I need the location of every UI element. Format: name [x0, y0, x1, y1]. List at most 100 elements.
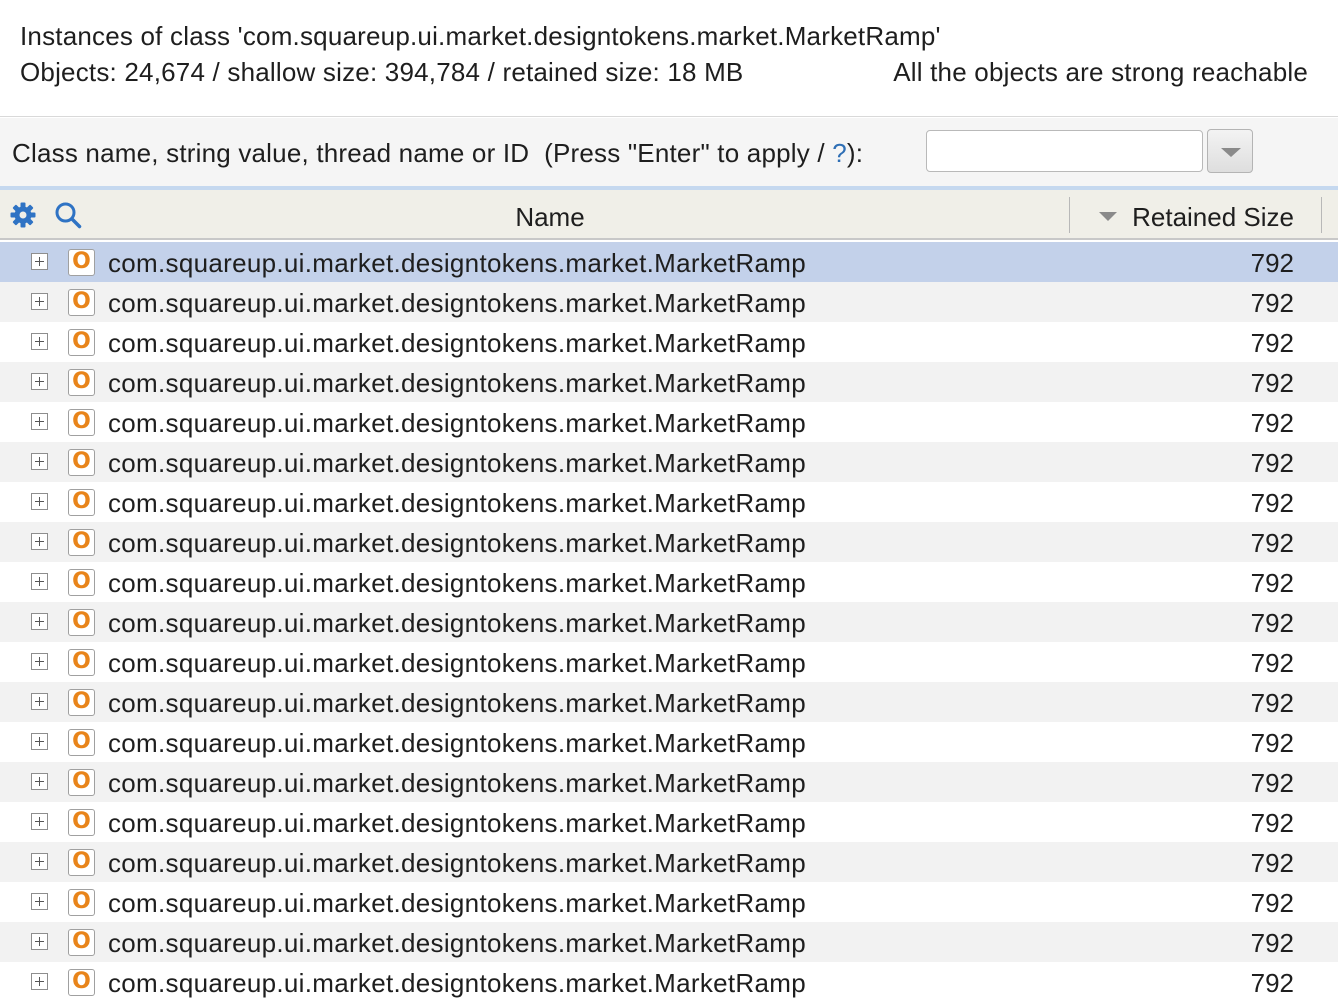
summary-title: Instances of class 'com.squareup.ui.mark…	[20, 21, 941, 51]
expand-plus-icon[interactable]	[31, 773, 48, 790]
object-instance-icon: O	[68, 729, 95, 756]
table-row[interactable]: Ocom.squareup.ui.market.designtokens.mar…	[0, 842, 1338, 882]
object-instance-icon: O	[68, 929, 95, 956]
expand-plus-icon[interactable]	[31, 653, 48, 670]
retained-size-value: 792	[1250, 848, 1294, 878]
expand-plus-icon[interactable]	[31, 973, 48, 990]
table-row[interactable]: Ocom.squareup.ui.market.designtokens.mar…	[0, 882, 1338, 922]
filter-label-suffix: ):	[846, 138, 864, 168]
retained-size-value: 792	[1250, 368, 1294, 398]
table-row[interactable]: Ocom.squareup.ui.market.designtokens.mar…	[0, 962, 1338, 1002]
expand-plus-icon[interactable]	[31, 733, 48, 750]
object-instance-icon: O	[68, 849, 95, 876]
instances-table-body: Ocom.squareup.ui.market.designtokens.mar…	[0, 242, 1338, 1002]
expand-plus-icon[interactable]	[31, 573, 48, 590]
table-row[interactable]: Ocom.squareup.ui.market.designtokens.mar…	[0, 562, 1338, 602]
retained-size-value: 792	[1250, 488, 1294, 518]
filter-label: Class name, string value, thread name or…	[12, 138, 863, 169]
table-row[interactable]: Ocom.squareup.ui.market.designtokens.mar…	[0, 482, 1338, 522]
summary-stats: Objects: 24,674 / shallow size: 394,784 …	[20, 57, 744, 87]
table-row[interactable]: Ocom.squareup.ui.market.designtokens.mar…	[0, 802, 1338, 842]
object-instance-icon: O	[68, 809, 95, 836]
column-header-name[interactable]: Name	[0, 202, 1100, 233]
column-divider[interactable]	[1069, 197, 1070, 233]
table-row[interactable]: Ocom.squareup.ui.market.designtokens.mar…	[0, 402, 1338, 442]
table-row[interactable]: Ocom.squareup.ui.market.designtokens.mar…	[0, 522, 1338, 562]
expand-plus-icon[interactable]	[31, 293, 48, 310]
table-row[interactable]: Ocom.squareup.ui.market.designtokens.mar…	[0, 722, 1338, 762]
object-instance-icon: O	[68, 249, 95, 276]
retained-size-value: 792	[1250, 888, 1294, 918]
instance-class-name: com.squareup.ui.market.designtokens.mark…	[108, 368, 806, 398]
expand-plus-icon[interactable]	[31, 413, 48, 430]
table-row[interactable]: Ocom.squareup.ui.market.designtokens.mar…	[0, 282, 1338, 322]
expand-plus-icon[interactable]	[31, 533, 48, 550]
object-instance-icon: O	[68, 329, 95, 356]
retained-size-value: 792	[1250, 688, 1294, 718]
retained-size-value: 792	[1250, 808, 1294, 838]
instance-class-name: com.squareup.ui.market.designtokens.mark…	[108, 408, 806, 438]
expand-plus-icon[interactable]	[31, 693, 48, 710]
table-row[interactable]: Ocom.squareup.ui.market.designtokens.mar…	[0, 642, 1338, 682]
object-instance-icon: O	[68, 489, 95, 516]
retained-size-value: 792	[1250, 328, 1294, 358]
expand-plus-icon[interactable]	[31, 893, 48, 910]
retained-size-value: 792	[1250, 248, 1294, 278]
table-row[interactable]: Ocom.squareup.ui.market.designtokens.mar…	[0, 322, 1338, 362]
retained-size-value: 792	[1250, 928, 1294, 958]
table-row[interactable]: Ocom.squareup.ui.market.designtokens.mar…	[0, 682, 1338, 722]
object-instance-icon: O	[68, 409, 95, 436]
table-row[interactable]: Ocom.squareup.ui.market.designtokens.mar…	[0, 762, 1338, 802]
sort-descending-icon	[1099, 212, 1117, 221]
object-instance-icon: O	[68, 449, 95, 476]
table-row[interactable]: Ocom.squareup.ui.market.designtokens.mar…	[0, 442, 1338, 482]
instance-class-name: com.squareup.ui.market.designtokens.mark…	[108, 928, 806, 958]
table-row[interactable]: Ocom.squareup.ui.market.designtokens.mar…	[0, 362, 1338, 402]
table-row[interactable]: Ocom.squareup.ui.market.designtokens.mar…	[0, 922, 1338, 962]
retained-size-value: 792	[1250, 608, 1294, 638]
retained-size-value: 792	[1250, 528, 1294, 558]
instance-class-name: com.squareup.ui.market.designtokens.mark…	[108, 968, 806, 998]
expand-plus-icon[interactable]	[31, 333, 48, 350]
table-row[interactable]: Ocom.squareup.ui.market.designtokens.mar…	[0, 602, 1338, 642]
expand-plus-icon[interactable]	[31, 933, 48, 950]
object-instance-icon: O	[68, 609, 95, 636]
object-instance-icon: O	[68, 529, 95, 556]
filter-input[interactable]	[926, 130, 1203, 172]
expand-plus-icon[interactable]	[31, 453, 48, 470]
instance-class-name: com.squareup.ui.market.designtokens.mark…	[108, 848, 806, 878]
retained-size-value: 792	[1250, 728, 1294, 758]
object-instance-icon: O	[68, 569, 95, 596]
instance-class-name: com.squareup.ui.market.designtokens.mark…	[108, 568, 806, 598]
instances-summary: Instances of class 'com.squareup.ui.mark…	[0, 0, 1338, 117]
instance-class-name: com.squareup.ui.market.designtokens.mark…	[108, 808, 806, 838]
table-row[interactable]: Ocom.squareup.ui.market.designtokens.mar…	[0, 242, 1338, 282]
reachability-status: All the objects are strong reachable	[893, 57, 1308, 87]
object-instance-icon: O	[68, 369, 95, 396]
filter-bar: Class name, string value, thread name or…	[0, 118, 1338, 186]
object-instance-icon: O	[68, 969, 95, 996]
instance-class-name: com.squareup.ui.market.designtokens.mark…	[108, 448, 806, 478]
column-divider[interactable]	[1321, 197, 1322, 233]
retained-size-value: 792	[1250, 648, 1294, 678]
instance-class-name: com.squareup.ui.market.designtokens.mark…	[108, 648, 806, 678]
instance-class-name: com.squareup.ui.market.designtokens.mark…	[108, 248, 806, 278]
expand-plus-icon[interactable]	[31, 373, 48, 390]
object-instance-icon: O	[68, 889, 95, 916]
filter-history-dropdown[interactable]	[1207, 129, 1253, 173]
filter-help-link[interactable]: ?	[832, 138, 847, 168]
retained-size-value: 792	[1250, 408, 1294, 438]
retained-size-value: 792	[1250, 448, 1294, 478]
instance-class-name: com.squareup.ui.market.designtokens.mark…	[108, 608, 806, 638]
expand-plus-icon[interactable]	[31, 613, 48, 630]
retained-size-value: 792	[1250, 768, 1294, 798]
expand-plus-icon[interactable]	[31, 253, 48, 270]
expand-plus-icon[interactable]	[31, 853, 48, 870]
object-instance-icon: O	[68, 289, 95, 316]
column-header-retained-size[interactable]: Retained Size	[1132, 202, 1294, 233]
instance-class-name: com.squareup.ui.market.designtokens.mark…	[108, 888, 806, 918]
expand-plus-icon[interactable]	[31, 813, 48, 830]
retained-size-value: 792	[1250, 968, 1294, 998]
expand-plus-icon[interactable]	[31, 493, 48, 510]
instance-class-name: com.squareup.ui.market.designtokens.mark…	[108, 768, 806, 798]
